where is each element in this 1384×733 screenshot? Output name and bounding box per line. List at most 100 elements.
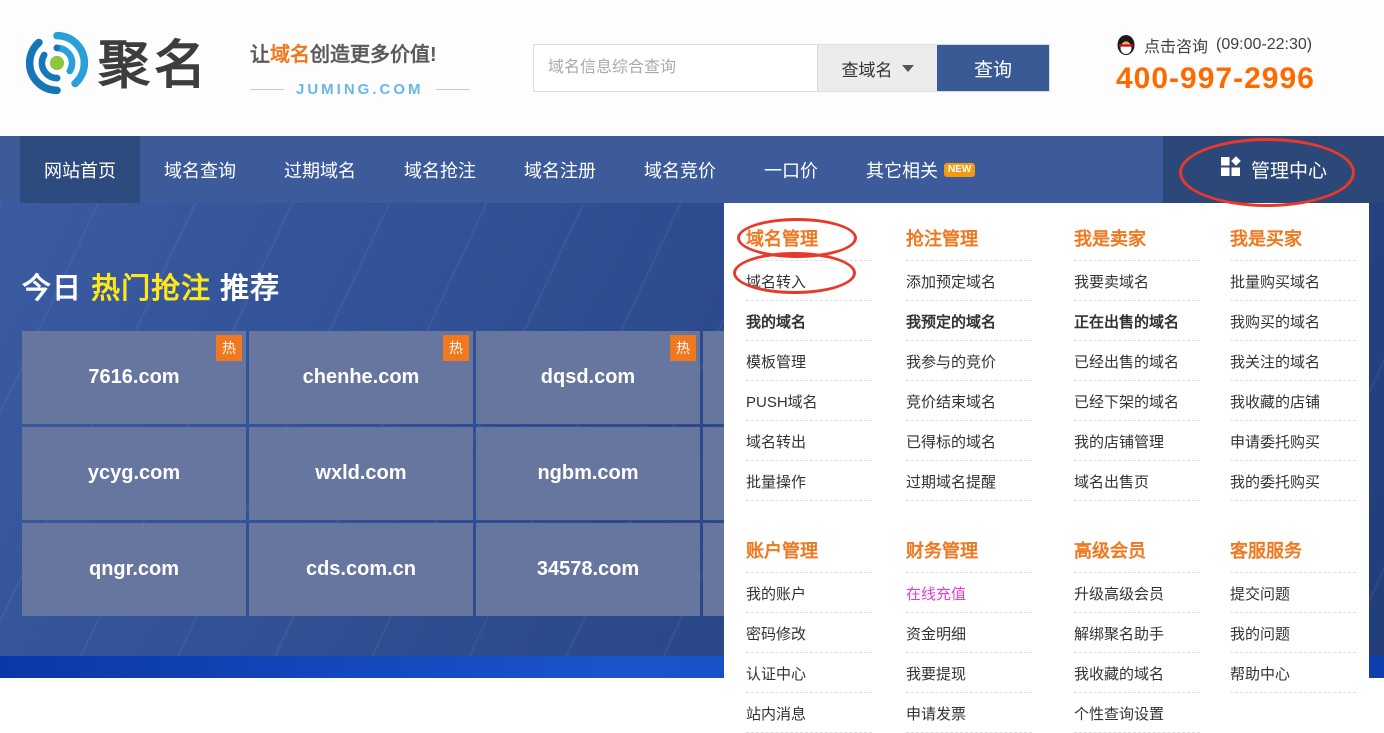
tagline-subtitle: JUMING.COM xyxy=(296,81,424,98)
domain-cell[interactable]: 34578.com xyxy=(476,523,700,616)
tagline-suffix: 创造更多价值! xyxy=(310,44,437,66)
hot-badge-icon: 热 xyxy=(443,335,469,361)
menu-item-favorite-shops[interactable]: 我收藏的店铺 xyxy=(1230,381,1356,421)
nav-item-manage-center[interactable]: 管理中心 xyxy=(1163,136,1384,203)
tagline: 让域名创造更多价值! JUMING.COM xyxy=(250,38,490,98)
nav-label: 域名注册 xyxy=(524,157,596,183)
nav-item-domain-register[interactable]: 域名注册 xyxy=(500,136,620,203)
menu-item-request-invoice[interactable]: 申请发票 xyxy=(906,693,1032,733)
menu-group-title: 财务管理 xyxy=(906,527,1032,573)
menu-item-online-recharge[interactable]: 在线充值 xyxy=(906,573,1032,613)
menu-item-custom-query-settings[interactable]: 个性查询设置 xyxy=(1074,693,1200,733)
nav-label: 一口价 xyxy=(764,157,818,183)
menu-item-auction-ended-domains[interactable]: 竞价结束域名 xyxy=(906,381,1032,421)
menu-item-my-entrusted-purchase[interactable]: 我的委托购买 xyxy=(1230,461,1356,501)
menu-item-my-reserved-domains[interactable]: 我预定的域名 xyxy=(906,301,1032,341)
menu-group-customer-service: 客服服务 提交问题 我的问题 帮助中心 xyxy=(1230,527,1371,693)
menu-item-fund-details[interactable]: 资金明细 xyxy=(906,613,1032,653)
menu-item-template-manage[interactable]: 模板管理 xyxy=(746,341,872,381)
menu-group-backorder-manage: 抢注管理 添加预定域名 我预定的域名 我参与的竞价 竞价结束域名 已得标的域名 … xyxy=(906,215,1074,501)
manage-center-label: 管理中心 xyxy=(1251,156,1327,183)
search-input[interactable] xyxy=(534,45,817,91)
menu-item-upgrade-premium[interactable]: 升级高级会员 xyxy=(1074,573,1200,613)
menu-group-domain-manage: 域名管理 域名转入 我的域名 模板管理 PUSH域名 域名转出 批量操作 xyxy=(746,215,906,501)
domain-cell[interactable]: wxld.com xyxy=(249,427,473,520)
menu-item-my-domains[interactable]: 我的域名 xyxy=(746,301,872,341)
nav-item-expired-domains[interactable]: 过期域名 xyxy=(260,136,380,203)
nav-item-domain-auction[interactable]: 域名竞价 xyxy=(620,136,740,203)
menu-item-verification-center[interactable]: 认证中心 xyxy=(746,653,872,693)
search-category-select[interactable]: 查域名 xyxy=(817,45,937,91)
menu-item-won-domains[interactable]: 已得标的域名 xyxy=(906,421,1032,461)
menu-item-batch-operations[interactable]: 批量操作 xyxy=(746,461,872,501)
domain-cell[interactable]: ycyg.com xyxy=(22,427,246,520)
search-bar: 查域名 查询 xyxy=(533,44,1050,92)
menu-item-delisted-domains[interactable]: 已经下架的域名 xyxy=(1074,381,1200,421)
menu-item-submit-question[interactable]: 提交问题 xyxy=(1230,573,1356,613)
menu-item-watched-domains[interactable]: 我关注的域名 xyxy=(1230,341,1356,381)
nav-item-domain-query[interactable]: 域名查询 xyxy=(140,136,260,203)
menu-item-my-auctions[interactable]: 我参与的竞价 xyxy=(906,341,1032,381)
domain-name: 34578.com xyxy=(537,558,639,581)
menu-item-favorite-domains[interactable]: 我收藏的域名 xyxy=(1074,653,1200,693)
menu-item-sell-domain[interactable]: 我要卖域名 xyxy=(1074,261,1200,301)
dashboard-icon xyxy=(1220,156,1241,183)
menu-item-my-account[interactable]: 我的账户 xyxy=(746,573,872,613)
menu-item-purchased-domains[interactable]: 我购买的域名 xyxy=(1230,301,1356,341)
menu-group-premium-member: 高级会员 升级高级会员 解绑聚名助手 我收藏的域名 个性查询设置 xyxy=(1074,527,1230,733)
menu-item-my-questions[interactable]: 我的问题 xyxy=(1230,613,1356,653)
menu-item-add-reserved-domain[interactable]: 添加预定域名 xyxy=(906,261,1032,301)
nav-item-other[interactable]: 其它相关 NEW xyxy=(842,136,999,203)
menu-item-expired-domain-reminder[interactable]: 过期域名提醒 xyxy=(906,461,1032,501)
logo[interactable]: 聚名 xyxy=(24,30,210,101)
decorative-dash-left xyxy=(250,89,284,90)
menu-column-3: 我是卖家 我要卖域名 正在出售的域名 已经出售的域名 已经下架的域名 我的店铺管… xyxy=(1074,215,1230,733)
new-badge: NEW xyxy=(944,163,975,177)
domain-cell[interactable]: ngbm.com xyxy=(476,427,700,520)
menu-item-help-center[interactable]: 帮助中心 xyxy=(1230,653,1356,693)
menu-item-site-messages[interactable]: 站内消息 xyxy=(746,693,872,733)
domain-name: ycyg.com xyxy=(88,462,180,485)
menu-item-bulk-buy-domains[interactable]: 批量购买域名 xyxy=(1230,261,1356,301)
nav-label: 网站首页 xyxy=(44,157,116,183)
menu-group-title: 域名管理 xyxy=(746,215,872,261)
chevron-down-icon xyxy=(902,65,914,72)
search-category-label: 查域名 xyxy=(842,56,893,81)
hot-badge-icon: 热 xyxy=(670,335,696,361)
nav-label: 其它相关 xyxy=(866,157,938,183)
menu-item-domain-sale-page[interactable]: 域名出售页 xyxy=(1074,461,1200,501)
hero-title-highlight: 热门抢注 xyxy=(91,273,211,305)
menu-column-1: 域名管理 域名转入 我的域名 模板管理 PUSH域名 域名转出 批量操作 账户管… xyxy=(746,215,906,733)
domain-name: cds.com.cn xyxy=(306,558,416,581)
menu-item-my-shop-manage[interactable]: 我的店铺管理 xyxy=(1074,421,1200,461)
qq-consult-link[interactable]: 点击咨询 (09:00-22:30) xyxy=(1116,33,1315,57)
phone-number: 400-997-2996 xyxy=(1116,62,1315,96)
nav-label: 过期域名 xyxy=(284,157,356,183)
menu-group-title: 我是卖家 xyxy=(1074,215,1200,261)
hot-badge-icon: 热 xyxy=(216,335,242,361)
search-button[interactable]: 查询 xyxy=(937,45,1049,91)
menu-item-push-domain[interactable]: PUSH域名 xyxy=(746,381,872,421)
domain-cell[interactable]: 热 dqsd.com xyxy=(476,331,700,424)
domain-cell[interactable]: qngr.com xyxy=(22,523,246,616)
nav-item-fixed-price[interactable]: 一口价 xyxy=(740,136,842,203)
nav-item-domain-backorder[interactable]: 域名抢注 xyxy=(380,136,500,203)
menu-group-title: 客服服务 xyxy=(1230,527,1356,573)
menu-item-unbind-assistant[interactable]: 解绑聚名助手 xyxy=(1074,613,1200,653)
menu-item-domains-on-sale[interactable]: 正在出售的域名 xyxy=(1074,301,1200,341)
menu-item-apply-entrusted-purchase[interactable]: 申请委托购买 xyxy=(1230,421,1356,461)
menu-item-change-password[interactable]: 密码修改 xyxy=(746,613,872,653)
domain-cell[interactable]: cds.com.cn xyxy=(249,523,473,616)
menu-item-sold-domains[interactable]: 已经出售的域名 xyxy=(1074,341,1200,381)
domain-cell[interactable]: 热 7616.com xyxy=(22,331,246,424)
menu-item-domain-transfer-in[interactable]: 域名转入 xyxy=(746,261,872,301)
tagline-prefix: 让 xyxy=(250,44,270,66)
domain-name: dqsd.com xyxy=(541,366,635,389)
domain-cell[interactable]: 热 chenhe.com xyxy=(249,331,473,424)
menu-item-domain-transfer-out[interactable]: 域名转出 xyxy=(746,421,872,461)
menu-column-4: 我是买家 批量购买域名 我购买的域名 我关注的域名 我收藏的店铺 申请委托购买 … xyxy=(1230,215,1371,733)
nav-item-home[interactable]: 网站首页 xyxy=(20,136,140,203)
menu-column-2: 抢注管理 添加预定域名 我预定的域名 我参与的竞价 竞价结束域名 已得标的域名 … xyxy=(906,215,1074,733)
menu-group-title: 账户管理 xyxy=(746,527,872,573)
menu-item-withdraw[interactable]: 我要提现 xyxy=(906,653,1032,693)
